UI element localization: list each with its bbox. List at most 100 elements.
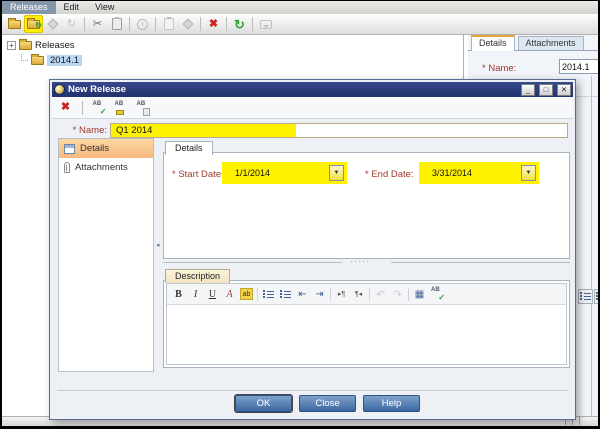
details-form: * Name: 2014.1 [468, 51, 598, 81]
outdent-button[interactable]: ⇤ [296, 287, 309, 302]
spelling-options-icon: AB [136, 100, 152, 116]
paste-special-button-disabled[interactable] [178, 15, 197, 33]
indent-button[interactable]: ⇥ [313, 287, 326, 302]
cut-icon: ✂ [93, 19, 102, 30]
splitter-grip: ····· [350, 256, 370, 266]
spelling-options-button[interactable]: AB [135, 99, 152, 116]
dialog-body: Details Attachments ◂ Details * [52, 138, 573, 372]
toolbar-separator [129, 17, 130, 31]
tree-item-label: 2014.1 [47, 55, 82, 66]
folder-icon [31, 56, 44, 65]
description-tab-strip: Description [163, 266, 570, 281]
undo-button-disabled[interactable]: ↶ [374, 287, 387, 302]
end-date-value: 3/31/2014 [419, 168, 521, 178]
cut-button[interactable]: ✂ [88, 15, 107, 33]
alm-releases-window: Releases Edit View ↻ ↻ ✂ ✖ ↻ [2, 1, 598, 426]
maximize-button[interactable]: □ [539, 84, 553, 96]
ok-button[interactable]: OK [235, 395, 292, 412]
clear-all-fields-button[interactable]: ✖ [57, 99, 74, 116]
check-spelling-icon: AB✓ [430, 286, 446, 302]
new-cycle-button-disabled[interactable] [43, 15, 62, 33]
new-release-button[interactable]: ↻ [24, 15, 43, 33]
minimize-button[interactable]: _ [521, 84, 535, 96]
right-to-left-button[interactable]: ¶◂ [352, 287, 365, 302]
tree-row-releases[interactable]: + Releases [4, 38, 463, 52]
sidebar-item-attachments[interactable]: Attachments [59, 158, 153, 177]
folder-icon [19, 41, 32, 50]
end-date-field[interactable]: 3/31/2014 ▼ [419, 162, 539, 184]
screenshot-frame: Releases Edit View ↻ ↻ ✂ ✖ ↻ [0, 0, 600, 429]
end-date-dropdown-button[interactable]: ▼ [521, 165, 536, 181]
name-value-highlighted: Q1 2014 [111, 124, 296, 137]
dialog-sidebar: Details Attachments [58, 138, 154, 372]
paperclip-icon [64, 162, 70, 173]
delete-button[interactable]: ✖ [204, 15, 223, 33]
redo-button-disabled[interactable]: ↷ [391, 287, 404, 302]
numbered-list-icon-background[interactable] [594, 289, 598, 304]
check-spelling-icon: AB✓ [92, 100, 108, 116]
toolbar-separator [82, 101, 83, 115]
comments-button-disabled[interactable] [256, 15, 275, 33]
new-folder-button[interactable] [5, 15, 24, 33]
start-date-dropdown-button[interactable]: ▼ [329, 165, 344, 181]
bullet-list-glyph [580, 293, 591, 300]
schedule-button-disabled[interactable] [133, 15, 152, 33]
tree-connector [21, 54, 28, 61]
sidebar-collapse-handle[interactable]: ◂ [156, 242, 160, 249]
paste-button[interactable] [107, 15, 126, 33]
clear-all-fields-icon: ✖ [61, 102, 70, 113]
menu-releases[interactable]: Releases [2, 1, 56, 14]
menu-view[interactable]: View [87, 1, 122, 14]
numbered-list-button[interactable] [279, 287, 292, 302]
help-button[interactable]: Help [363, 395, 420, 412]
duplicate-button-disabled[interactable]: ↻ [62, 15, 81, 33]
bold-button[interactable]: B [172, 287, 185, 302]
tab-description[interactable]: Description [165, 269, 230, 283]
description-box: B I U A ab ⇤ ⇥ [163, 280, 570, 368]
start-date-field[interactable]: 1/1/2014 ▼ [222, 162, 347, 184]
name-label: * Name: [57, 125, 107, 136]
tree-expander-icon[interactable]: + [7, 41, 16, 50]
chevron-down-icon: ▼ [526, 170, 532, 176]
close-button[interactable]: Close [299, 395, 356, 412]
sidebar-item-details[interactable]: Details [59, 139, 153, 158]
toolbar-separator [369, 288, 370, 301]
numbered-list-icon [280, 291, 291, 298]
thesaurus-button[interactable]: AB [113, 99, 130, 116]
copy-button-disabled[interactable] [159, 15, 178, 33]
italic-button[interactable]: I [189, 287, 202, 302]
refresh-button[interactable]: ↻ [230, 15, 249, 33]
dialog-titlebar[interactable]: New Release _ □ ✕ [52, 82, 573, 97]
insert-table-button[interactable]: ▦ [413, 287, 426, 302]
font-color-button[interactable]: A [223, 287, 236, 302]
clock-icon [137, 19, 148, 30]
comment-icon [260, 20, 272, 29]
tab-details[interactable]: Details [165, 141, 213, 155]
toolbar-separator [408, 288, 409, 301]
toolbar-separator [84, 17, 85, 31]
close-button[interactable]: ✕ [557, 84, 571, 96]
check-spelling-button[interactable]: AB✓ [91, 99, 108, 116]
left-to-right-button[interactable]: ▸¶ [335, 287, 348, 302]
bullet-list-icon-background[interactable] [578, 289, 593, 304]
description-editor-area[interactable] [167, 305, 566, 364]
start-date-value: 1/1/2014 [222, 168, 329, 178]
start-date-label: * Start Date: [172, 169, 224, 180]
tab-details[interactable]: Details [471, 35, 515, 51]
name-input[interactable]: Q1 2014 [110, 123, 568, 138]
dialog-button-bar: OK Close Help [82, 395, 573, 412]
menu-edit[interactable]: Edit [56, 1, 88, 14]
dialog-toolbar: ✖ AB✓ AB AB [52, 97, 573, 119]
horizontal-splitter[interactable]: ····· [163, 259, 570, 266]
name-input[interactable]: 2014.1 [559, 59, 598, 74]
bullet-list-button[interactable] [262, 287, 275, 302]
highlight-button[interactable]: ab [240, 288, 253, 300]
tab-attachments[interactable]: Attachments [518, 36, 584, 50]
paste-special-icon [182, 18, 193, 29]
details-form-icon [64, 144, 75, 154]
refresh-icon: ↻ [234, 18, 245, 31]
details-tab-strip: Details [163, 138, 570, 153]
tree-row-2014-1[interactable]: 2014.1 [21, 53, 463, 67]
underline-button[interactable]: U [206, 287, 219, 302]
rte-spellcheck-button[interactable]: AB✓ [430, 287, 446, 302]
